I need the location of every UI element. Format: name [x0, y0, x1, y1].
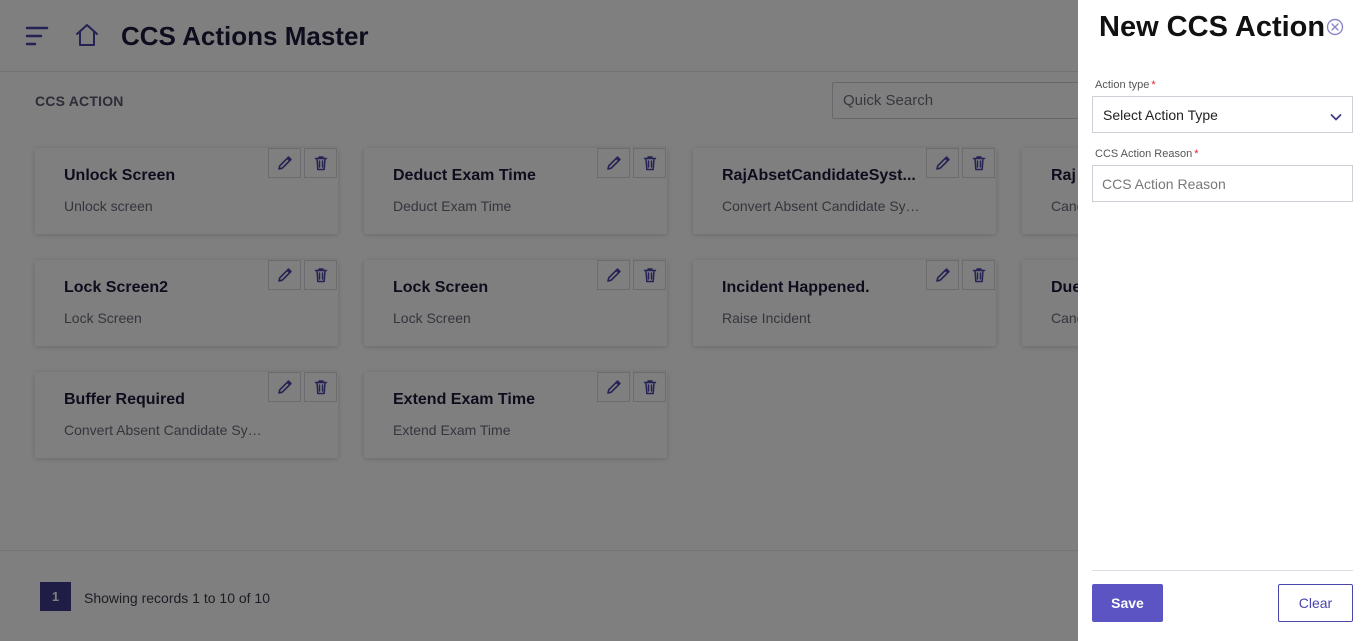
clear-button[interactable]: Clear [1278, 584, 1353, 622]
panel-title: New CCS Action [1099, 11, 1326, 43]
new-action-panel: New CCS Action Action type * Select Actio… [1078, 0, 1366, 641]
panel-divider [1092, 570, 1353, 571]
action-type-value: Select Action Type [1103, 107, 1218, 123]
chevron-down-icon [1330, 110, 1342, 122]
save-button[interactable]: Save [1092, 584, 1163, 622]
action-type-label: Action type * [1095, 79, 1156, 91]
action-type-select[interactable]: Select Action Type [1092, 96, 1353, 133]
required-marker: * [1194, 148, 1199, 160]
reason-label: CCS Action Reason * [1095, 148, 1199, 160]
required-marker: * [1151, 79, 1156, 91]
reason-input[interactable] [1092, 165, 1353, 202]
close-circle-icon[interactable] [1326, 18, 1344, 36]
